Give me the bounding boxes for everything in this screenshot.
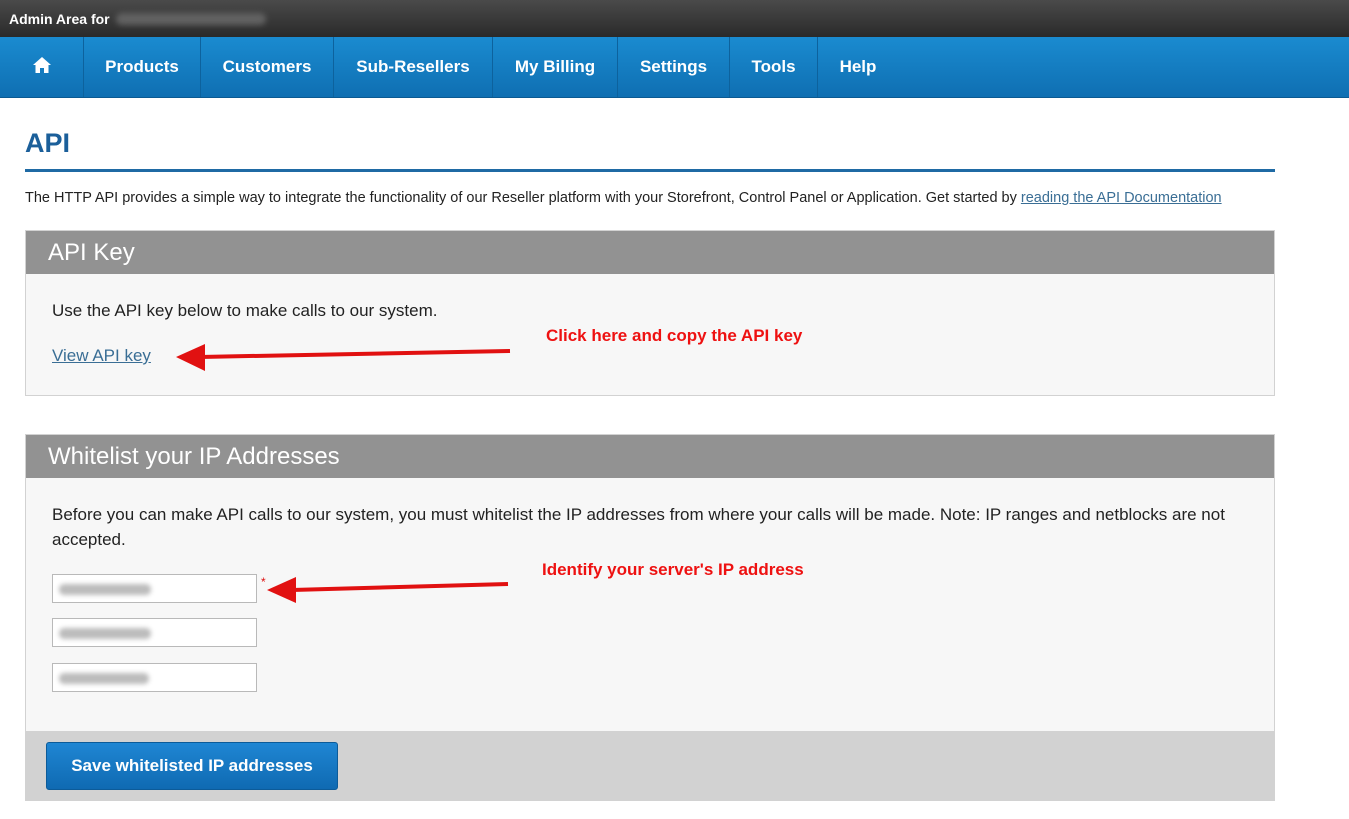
arrow-to-view-api-key xyxy=(176,344,511,371)
annotation-arrows xyxy=(176,344,511,603)
arrow-to-ip-field xyxy=(267,577,509,603)
